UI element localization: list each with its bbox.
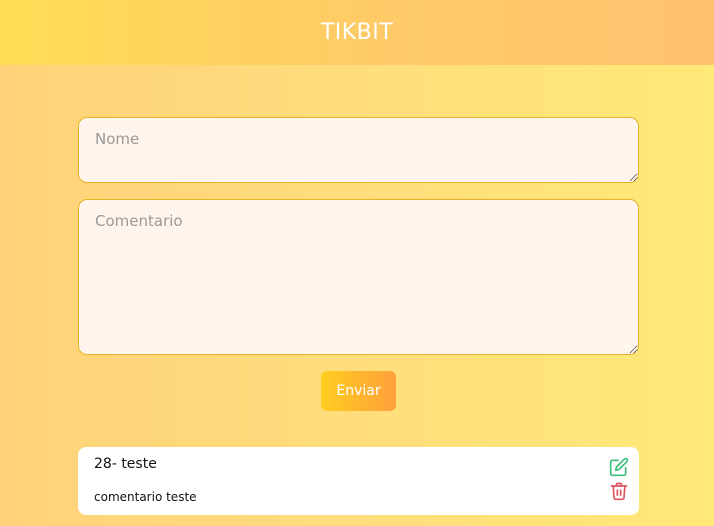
enviar-button[interactable]: Enviar	[321, 371, 396, 411]
nome-field[interactable]	[78, 117, 639, 183]
comment-body: comentario teste	[94, 490, 197, 504]
header: TIKBIT	[0, 0, 714, 65]
trash-icon[interactable]	[608, 480, 630, 502]
comentario-field[interactable]	[78, 199, 639, 355]
comment-card: 28- teste comentario teste	[78, 447, 639, 515]
comment-title: 28- teste	[94, 456, 157, 472]
edit-icon[interactable]	[608, 456, 630, 478]
app-title: TIKBIT	[320, 20, 394, 45]
